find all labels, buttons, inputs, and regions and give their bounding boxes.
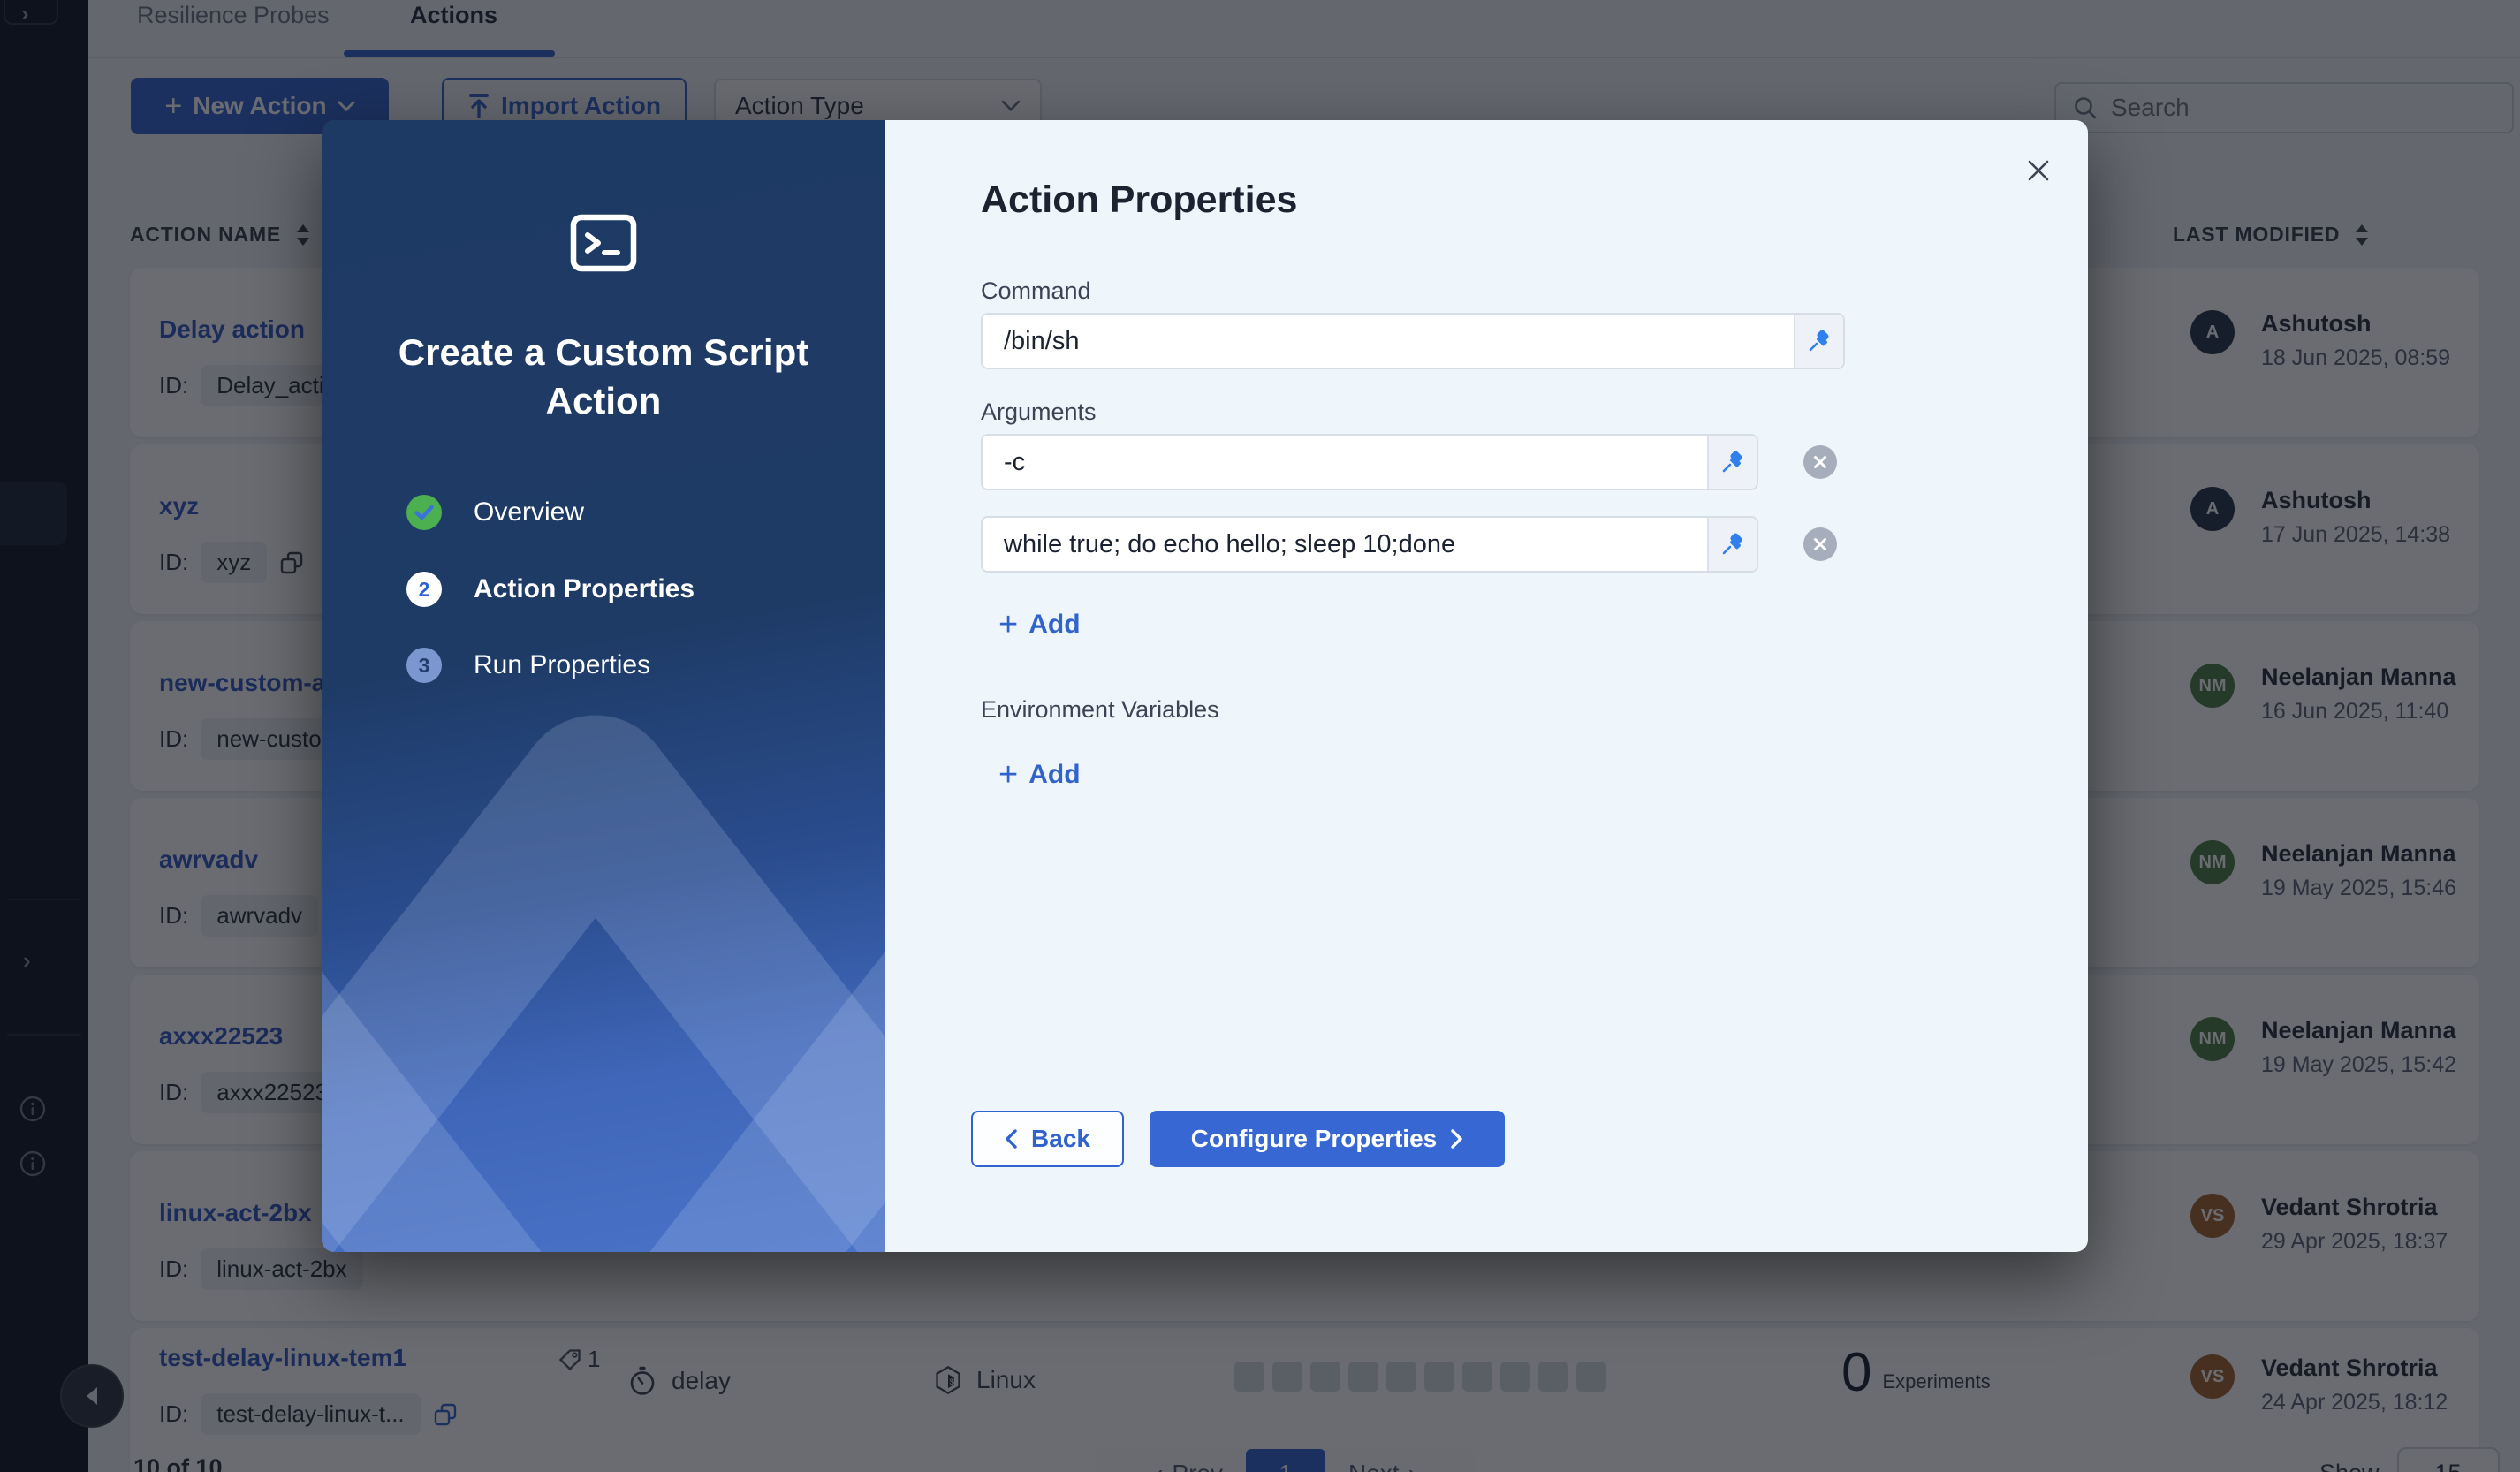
modal-step-heading: Action Properties [981,178,1297,222]
close-icon[interactable] [2023,156,2053,186]
terminal-icon [570,214,637,277]
pin-icon[interactable] [1707,518,1757,571]
remove-argument-button[interactable] [1803,527,1837,561]
pin-icon[interactable] [1707,436,1757,489]
step-overview[interactable]: Overview [406,495,584,530]
arguments-label: Arguments [981,398,1097,426]
back-button[interactable]: Back [971,1111,1124,1167]
brand-watermark [322,439,885,1252]
plus-icon: + [998,758,1018,792]
argument-input[interactable] [983,518,1707,571]
step-number: 2 [406,572,442,607]
pin-icon[interactable] [1794,315,1843,368]
step-run-properties[interactable]: 3 Run Properties [406,648,650,683]
create-custom-script-action-modal: Create a Custom Script Action Overview 2… [322,120,2088,1252]
chevron-right-icon [1451,1129,1463,1149]
add-env-variable-button[interactable]: +Add [998,758,1081,792]
modal-body: Action Properties Command Arguments [885,120,2088,1252]
close-icon [1813,537,1827,551]
add-argument-button[interactable]: +Add [998,608,1081,641]
command-label: Command [981,277,1091,305]
command-input[interactable] [983,315,1794,368]
step-number: 3 [406,648,442,683]
argument-input[interactable] [983,436,1707,489]
chevron-left-icon [1005,1129,1017,1149]
environment-variables-label: Environment Variables [981,696,1219,724]
modal-title: Create a Custom Script Action [374,329,833,425]
close-icon [1813,455,1827,469]
plus-icon: + [998,608,1018,641]
step-action-properties[interactable]: 2 Action Properties [406,572,695,607]
configure-properties-button[interactable]: Configure Properties [1150,1111,1505,1167]
step-done-check-icon [406,495,442,530]
modal-left-panel: Create a Custom Script Action Overview 2… [322,120,885,1252]
remove-argument-button[interactable] [1803,445,1837,479]
